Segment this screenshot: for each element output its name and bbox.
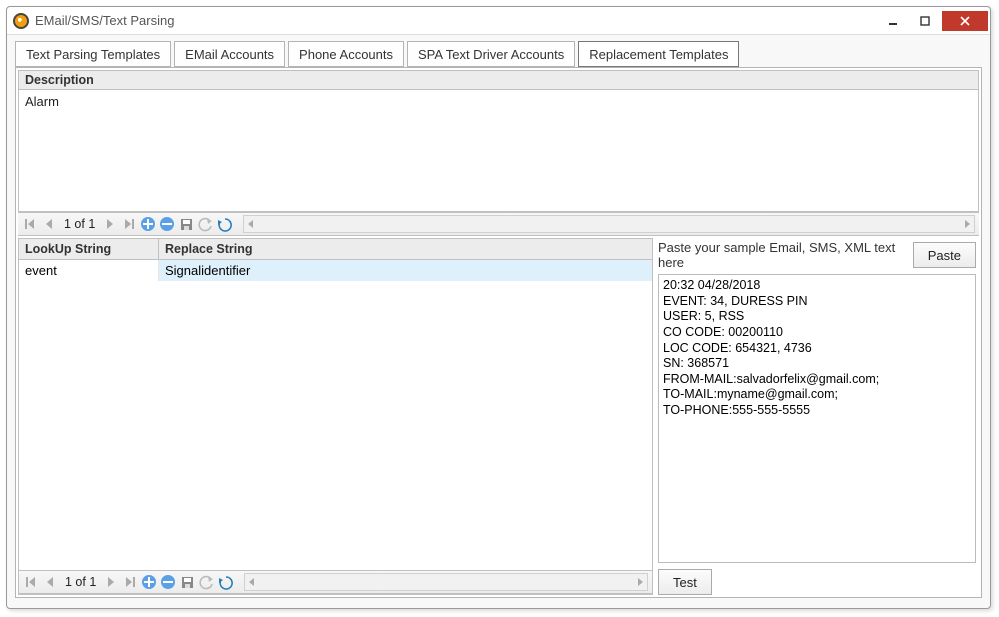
refresh-icon[interactable] xyxy=(216,216,232,232)
replacement-body[interactable]: event Signalidentifier xyxy=(19,260,652,570)
replacement-grid: LookUp String Replace String event Signa… xyxy=(18,238,653,595)
description-grid: Description Alarm xyxy=(18,70,979,212)
paste-button[interactable]: Paste xyxy=(913,242,976,268)
nav-last-icon[interactable] xyxy=(121,216,137,232)
tab-text-parsing-templates[interactable]: Text Parsing Templates xyxy=(15,41,171,67)
bottom-navigator: 1 of 1 xyxy=(19,570,652,594)
close-button[interactable] xyxy=(942,11,988,31)
sample-hint: Paste your sample Email, SMS, XML text h… xyxy=(658,240,907,270)
window: EMail/SMS/Text Parsing Text Parsing Temp… xyxy=(6,6,991,609)
close-icon xyxy=(959,15,971,27)
table-row[interactable]: event Signalidentifier xyxy=(19,260,652,281)
maximize-button[interactable] xyxy=(910,11,940,31)
test-button[interactable]: Test xyxy=(658,569,712,595)
nav-prev-icon[interactable] xyxy=(41,216,57,232)
tab-spa-text-driver-accounts[interactable]: SPA Text Driver Accounts xyxy=(407,41,575,67)
nav-next-icon[interactable] xyxy=(103,574,119,590)
app-icon xyxy=(13,13,29,29)
tabstrip: Text Parsing Templates EMail Accounts Ph… xyxy=(15,41,982,67)
tab-replacement-templates[interactable]: Replacement Templates xyxy=(578,41,739,67)
tab-content: Description Alarm 1 of 1 xyxy=(15,67,982,598)
nav-first-icon[interactable] xyxy=(23,574,39,590)
add-icon[interactable] xyxy=(141,574,157,590)
save-icon[interactable] xyxy=(178,216,194,232)
cell-lookup[interactable]: event xyxy=(19,260,159,281)
tab-email-accounts[interactable]: EMail Accounts xyxy=(174,41,285,67)
nav-prev-icon[interactable] xyxy=(42,574,58,590)
lower-area: LookUp String Replace String event Signa… xyxy=(18,238,979,595)
minimize-button[interactable] xyxy=(878,11,908,31)
nav-last-icon[interactable] xyxy=(122,574,138,590)
undo-icon[interactable] xyxy=(197,216,213,232)
replacement-columns: LookUp String Replace String xyxy=(19,239,652,260)
sample-textarea[interactable] xyxy=(658,274,976,563)
test-row: Test xyxy=(658,567,976,595)
sample-panel: Paste your sample Email, SMS, XML text h… xyxy=(656,238,979,595)
delete-icon[interactable] xyxy=(160,574,176,590)
description-body[interactable]: Alarm xyxy=(19,90,978,211)
maximize-icon xyxy=(920,16,930,26)
save-icon[interactable] xyxy=(179,574,195,590)
add-icon[interactable] xyxy=(140,216,156,232)
nav-next-icon[interactable] xyxy=(102,216,118,232)
top-navigator: 1 of 1 xyxy=(18,212,979,236)
nav-first-icon[interactable] xyxy=(22,216,38,232)
description-row[interactable]: Alarm xyxy=(25,94,972,109)
delete-icon[interactable] xyxy=(159,216,175,232)
sample-top-row: Paste your sample Email, SMS, XML text h… xyxy=(658,240,976,270)
titlebar[interactable]: EMail/SMS/Text Parsing xyxy=(7,7,990,35)
col-lookup-string[interactable]: LookUp String xyxy=(19,239,159,259)
nav-scrollbar[interactable] xyxy=(244,573,648,591)
refresh-icon[interactable] xyxy=(217,574,233,590)
window-title: EMail/SMS/Text Parsing xyxy=(35,13,878,28)
cell-replace[interactable]: Signalidentifier xyxy=(159,260,652,281)
col-replace-string[interactable]: Replace String xyxy=(159,239,652,259)
minimize-icon xyxy=(888,16,898,26)
nav-position: 1 of 1 xyxy=(64,217,95,231)
tab-phone-accounts[interactable]: Phone Accounts xyxy=(288,41,404,67)
content-area: Text Parsing Templates EMail Accounts Ph… xyxy=(7,35,990,608)
description-header[interactable]: Description xyxy=(19,71,978,90)
nav-scrollbar[interactable] xyxy=(243,215,975,233)
undo-icon[interactable] xyxy=(198,574,214,590)
window-controls xyxy=(878,11,988,31)
nav-position: 1 of 1 xyxy=(65,575,96,589)
